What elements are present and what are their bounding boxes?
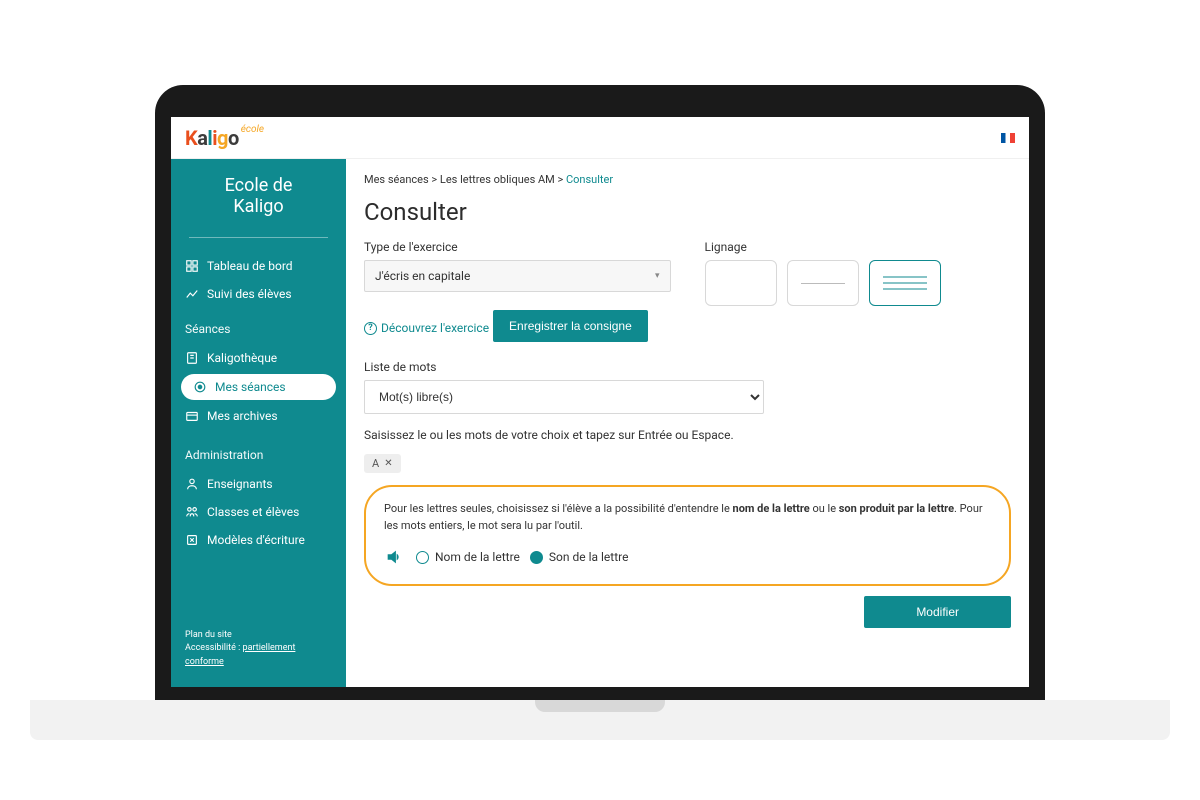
library-icon (185, 351, 199, 365)
sidebar-item-teachers[interactable]: Enseignants (171, 470, 346, 498)
exercise-type-label: Type de l'exercice (364, 240, 671, 254)
radio-icon (530, 551, 543, 564)
lineage-option-3[interactable] (869, 260, 941, 306)
flag-fr-icon[interactable] (1001, 133, 1015, 143)
dashboard-icon (185, 259, 199, 273)
lineage-options (705, 260, 1012, 306)
models-icon (185, 533, 199, 547)
app-header: Kaligo école (171, 117, 1029, 159)
logo[interactable]: Kaligo école (185, 126, 264, 150)
footer-plan[interactable]: Plan du site (185, 629, 332, 643)
sidebar-item-kaligotheque[interactable]: Kaligothèque (171, 344, 346, 372)
sidebar-item-tracking[interactable]: Suivi des élèves (171, 280, 346, 308)
sidebar-item-label: Mes archives (207, 409, 278, 423)
divider (189, 237, 328, 238)
input-hint: Saisissez le ou les mots de votre choix … (364, 428, 1011, 442)
sidebar-item-label: Suivi des élèves (207, 287, 292, 301)
lineage-label: Lignage (705, 240, 1012, 254)
breadcrumb-current: Consulter (566, 173, 613, 186)
section-seances: Séances (171, 318, 346, 344)
radio-son-lettre[interactable]: Son de la lettre (530, 550, 629, 564)
wordlist-label: Liste de mots (364, 360, 764, 374)
laptop-frame: Kaligo école Ecole de Kaligo Tableau de … (155, 85, 1045, 705)
discover-label: Découvrez l'exercice (381, 321, 489, 335)
laptop-notch (535, 700, 665, 712)
sidebar-item-label: Tableau de bord (207, 259, 293, 273)
page-title: Consulter (364, 198, 1011, 226)
select-value: J'écris en capitale (375, 269, 470, 283)
word-chip: A ✕ (364, 454, 401, 473)
chip-label: A (372, 457, 379, 470)
help-icon: ? (364, 322, 377, 335)
chart-icon (185, 287, 199, 301)
logo-suffix: école (241, 124, 264, 135)
radio-label: Nom de la lettre (435, 550, 520, 564)
close-icon[interactable]: ✕ (384, 458, 392, 469)
logo-text: Kaligo (185, 126, 239, 150)
classes-icon (185, 505, 199, 519)
breadcrumb-item[interactable]: Mes séances (364, 173, 429, 186)
modify-button[interactable]: Modifier (864, 596, 1011, 628)
sidebar-item-models[interactable]: Modèles d'écriture (171, 526, 346, 554)
radio-icon (416, 551, 429, 564)
breadcrumb: Mes séances > Les lettres obliques AM > … (364, 173, 1011, 186)
sidebar-item-label: Kaligothèque (207, 351, 277, 365)
audio-option-highlight: Pour les lettres seules, choisissez si l… (364, 485, 1011, 586)
sidebar-item-dashboard[interactable]: Tableau de bord (171, 252, 346, 280)
section-admin: Administration (171, 444, 346, 470)
exercise-type-select[interactable]: J'écris en capitale ▾ (364, 260, 671, 292)
lineage-option-2[interactable] (787, 260, 859, 306)
lineage-option-1[interactable] (705, 260, 777, 306)
radio-nom-lettre[interactable]: Nom de la lettre (416, 550, 520, 564)
footer-access-label: Accessibilité : (185, 643, 243, 653)
speaker-icon (384, 546, 406, 568)
audio-description: Pour les lettres seules, choisissez si l… (384, 501, 991, 534)
sidebar-item-label: Modèles d'écriture (207, 533, 305, 547)
sidebar-item-label: Enseignants (207, 477, 273, 491)
main-content: Mes séances > Les lettres obliques AM > … (346, 159, 1029, 687)
record-instruction-button[interactable]: Enregistrer la consigne (493, 310, 648, 342)
radio-label: Son de la lettre (549, 550, 629, 564)
wordlist-select[interactable]: Mot(s) libre(s) (364, 380, 764, 414)
sidebar-item-label: Classes et élèves (207, 505, 299, 519)
sidebar-footer: Plan du site Accessibilité : partielleme… (171, 623, 346, 676)
sessions-icon (193, 380, 207, 394)
chevron-down-icon: ▾ (655, 271, 660, 281)
sidebar-item-label: Mes séances (215, 380, 286, 394)
archive-icon (185, 409, 199, 423)
sidebar: Ecole de Kaligo Tableau de bord Suivi de… (171, 159, 346, 687)
teacher-icon (185, 477, 199, 491)
sidebar-item-classes[interactable]: Classes et élèves (171, 498, 346, 526)
sidebar-item-mes-seances[interactable]: Mes séances (181, 374, 336, 400)
breadcrumb-item[interactable]: Les lettres obliques AM (440, 173, 555, 186)
school-name: Ecole de Kaligo (171, 171, 346, 233)
sidebar-item-archives[interactable]: Mes archives (171, 402, 346, 430)
discover-exercise-link[interactable]: ? Découvrez l'exercice (364, 321, 489, 335)
app-screen: Kaligo école Ecole de Kaligo Tableau de … (171, 117, 1029, 687)
